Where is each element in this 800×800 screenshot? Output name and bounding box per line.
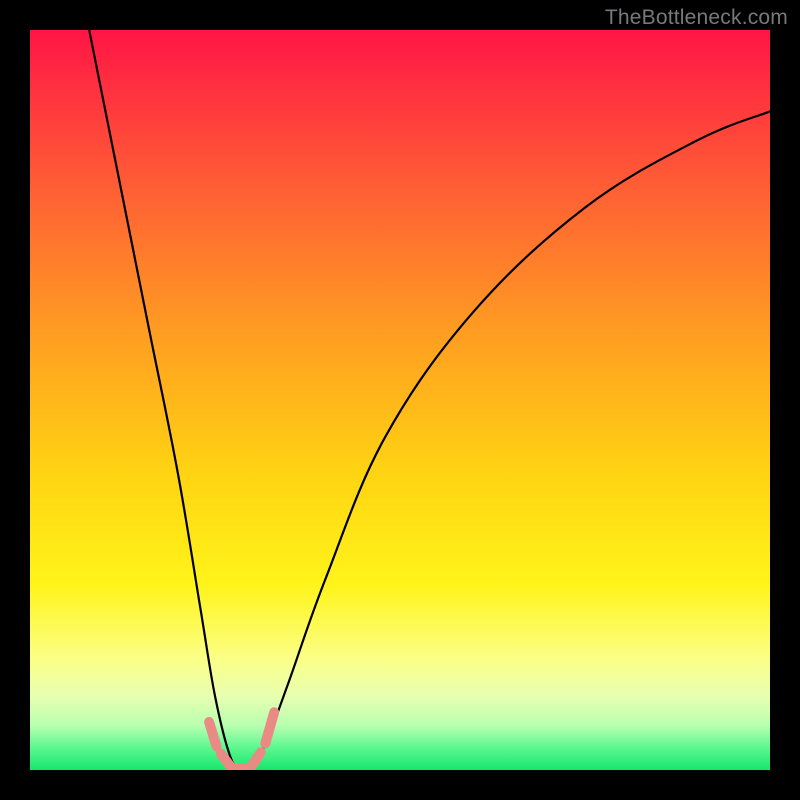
marker-segment <box>209 722 216 746</box>
bottleneck-curve <box>89 30 770 770</box>
marker-segment <box>265 712 274 743</box>
chart-frame: TheBottleneck.com <box>0 0 800 800</box>
curve-layer <box>30 30 770 770</box>
watermark-text: TheBottleneck.com <box>605 6 788 30</box>
marker-segment <box>221 754 230 766</box>
plot-area <box>30 30 770 770</box>
minimum-marker <box>209 712 274 768</box>
marker-segment <box>252 752 261 765</box>
